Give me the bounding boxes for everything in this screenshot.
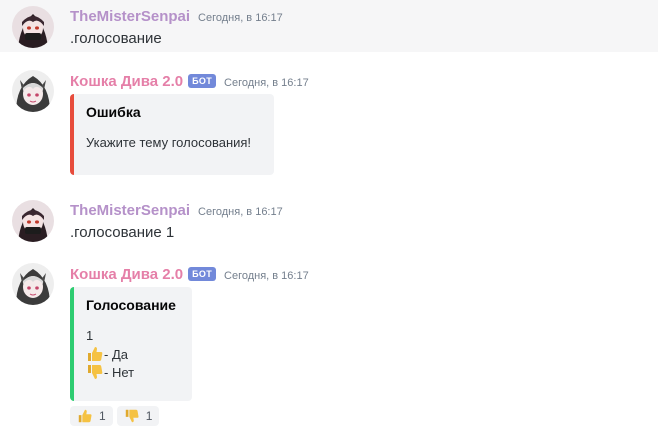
vote-option-no: - Нет [86,363,178,381]
embed-title: Ошибка [86,104,141,120]
username[interactable]: TheMisterSenpai [70,8,190,25]
reaction-count: 1 [99,409,106,423]
error-embed: Ошибка Укажите тему голосования! [70,94,274,175]
vote-option-yes: - Да [86,345,178,363]
reaction-thumbs-up[interactable]: 1 [70,406,113,426]
message-text: .голосование [70,30,162,47]
thumbs-up-icon [78,409,92,423]
bot-tag: БОТ [188,267,217,281]
vote-option-label: - Нет [104,364,135,380]
reactions: 1 1 [70,406,160,426]
message-1[interactable]: TheMisterSenpai Сегодня, в 16:17 .голосо… [0,0,658,52]
timestamp: Сегодня, в 16:17 [224,77,309,89]
bot-avatar[interactable] [12,263,54,305]
bot-avatar-image [12,70,54,112]
embed-description: 1 [86,328,94,343]
message-4[interactable]: Кошка Дива 2.0 БОТ Сегодня, в 16:17 Голо… [0,255,658,435]
vote-embed: Голосование 1 - Да - Нет [70,287,192,401]
user-avatar[interactable] [12,6,54,48]
message-3[interactable]: TheMisterSenpai Сегодня, в 16:17 .голосо… [0,194,658,246]
bot-avatar[interactable] [12,70,54,112]
message-2[interactable]: Кошка Дива 2.0 БОТ Сегодня, в 16:17 Ошиб… [0,62,658,180]
timestamp: Сегодня, в 16:17 [198,206,283,218]
bot-tag: БОТ [188,74,217,88]
timestamp: Сегодня, в 16:17 [224,270,309,282]
username[interactable]: Кошка Дива 2.0 [70,266,183,283]
thumbs-down-icon [86,363,104,381]
user-avatar[interactable] [12,200,54,242]
senpai-avatar-image [12,6,54,48]
username[interactable]: Кошка Дива 2.0 [70,73,183,90]
thumbs-up-icon [86,345,104,363]
reaction-count: 1 [145,409,153,423]
username[interactable]: TheMisterSenpai [70,202,190,219]
embed-title: Голосование [86,297,176,313]
embed-description: Укажите тему голосования! [86,135,252,150]
senpai-avatar-image [12,200,54,242]
bot-avatar-image [12,263,54,305]
vote-option-label: - Да [104,346,128,362]
thumbs-down-icon [125,409,139,423]
message-text: .голосование 1 [70,224,175,241]
timestamp: Сегодня, в 16:17 [198,12,283,24]
reaction-thumbs-down[interactable]: 1 [116,406,160,426]
